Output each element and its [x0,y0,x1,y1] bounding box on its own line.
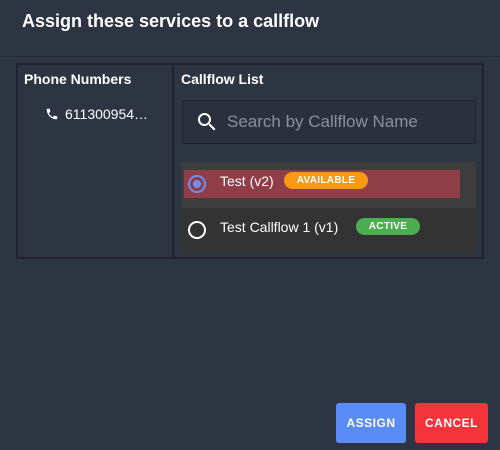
callflow-radio[interactable] [188,221,206,239]
callflow-list-header: Callflow List [181,71,264,87]
status-badge-active: ACTIVE [356,218,420,235]
phone-number-item: 611300954… [45,105,148,123]
dialog-title: Assign these services to a callflow [0,0,500,57]
assign-content-panel: Phone Numbers 611300954… Callflow List T… [16,63,484,259]
phone-numbers-column: Phone Numbers 611300954… [18,65,174,257]
callflow-item-test-callflow-1[interactable]: Test Callflow 1 (v1) ACTIVE [182,208,476,254]
callflow-radio-selected[interactable] [188,175,206,193]
callflow-item-test-v2[interactable]: Test (v2) AVAILABLE [182,162,476,208]
status-badge-available: AVAILABLE [284,172,368,189]
phone-icon [46,108,58,120]
phone-numbers-header: Phone Numbers [24,71,132,87]
assign-button[interactable]: ASSIGN [336,403,406,443]
callflow-search-box[interactable] [182,100,476,144]
callflow-search-input[interactable] [227,112,467,132]
callflow-name: Test Callflow 1 (v1) [220,219,339,235]
callflow-list-column: Callflow List Test (v2) AVAILABLE Test C… [176,65,482,257]
callflow-list: Test (v2) AVAILABLE Test Callflow 1 (v1)… [182,162,476,254]
phone-number-text: 611300954… [65,106,149,122]
callflow-name: Test (v2) [220,173,274,189]
search-icon [198,113,216,131]
cancel-button[interactable]: CANCEL [415,403,488,443]
